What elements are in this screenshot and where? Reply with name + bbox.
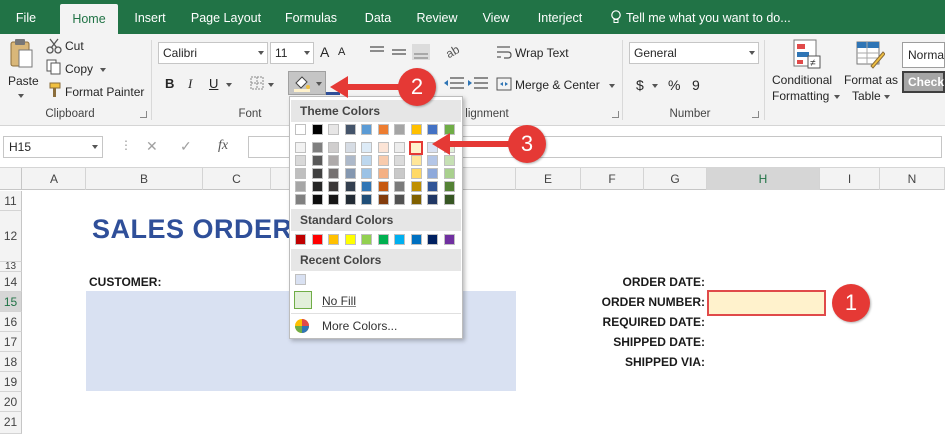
callout-arrow-2-head: [330, 76, 348, 98]
excel-window: File Home Insert Page Layout Formulas Da…: [0, 0, 945, 434]
callout-arrow-2-shaft: [345, 84, 401, 90]
callout-arrow-3-head: [432, 133, 450, 155]
callout-arrow-3-shaft: [448, 141, 512, 147]
annotation-overlay: [330, 76, 512, 155]
callout-badge-2: 2: [398, 68, 436, 106]
callout-badge-3: 3: [508, 125, 546, 163]
callout-badge-1: 1: [832, 284, 870, 322]
